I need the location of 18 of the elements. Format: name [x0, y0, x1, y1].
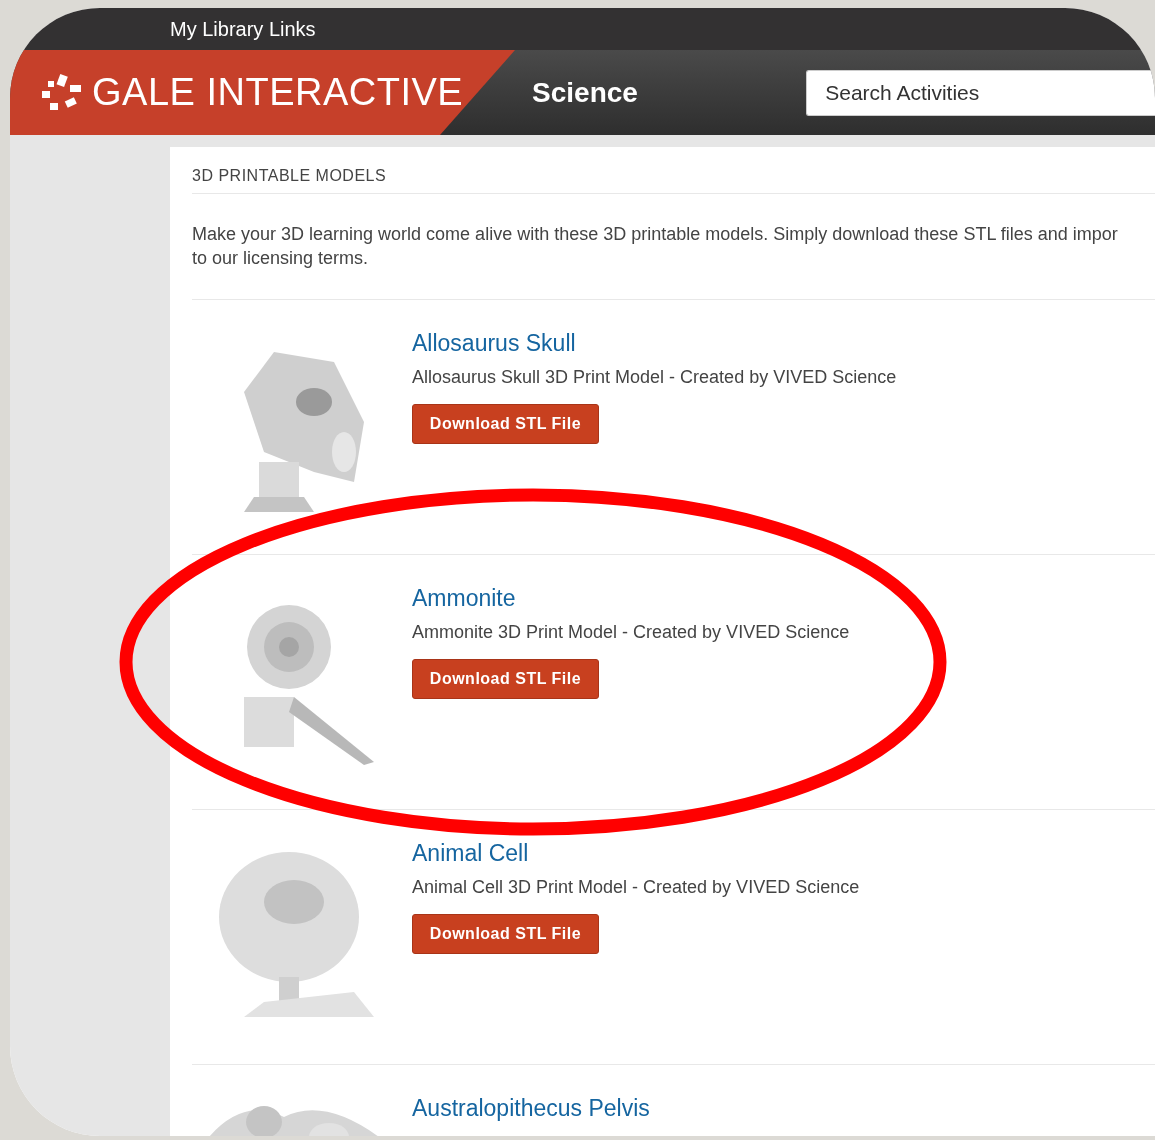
logo-icon	[40, 72, 84, 113]
section-heading: 3D PRINTABLE MODELS	[192, 147, 1155, 194]
model-description: Animal Cell 3D Print Model - Created by VIVED Science	[412, 877, 860, 898]
download-button[interactable]: Download STL File	[412, 659, 599, 699]
search-field[interactable]: Search Activities	[806, 69, 1155, 116]
library-links-link[interactable]: My Library Links	[170, 17, 316, 41]
download-button[interactable]: Download STL File	[412, 404, 599, 444]
model-description: Ammonite 3D Print Model - Created by VIVED Science	[412, 622, 850, 643]
intro-text: Make your 3D learning world come alive with these 3D printable models. Simply download these STL files and impor	[192, 224, 1119, 245]
intro-text: to our licensing terms.	[192, 248, 370, 269]
model-description: Allosaurus Skull 3D Print Model - Created by VIVED Science	[412, 367, 897, 388]
model-title-link[interactable]: Ammonite	[412, 585, 516, 612]
download-button[interactable]: Download STL File	[412, 914, 599, 954]
model-title-link[interactable]: Australopithecus Pelvis	[412, 1095, 650, 1122]
model-title-link[interactable]: Animal Cell	[412, 840, 529, 867]
logo: GALE INTERACTIVE	[92, 71, 464, 114]
section-title: Science	[532, 76, 639, 109]
model-title-link[interactable]: Allosaurus Skull	[412, 330, 576, 357]
